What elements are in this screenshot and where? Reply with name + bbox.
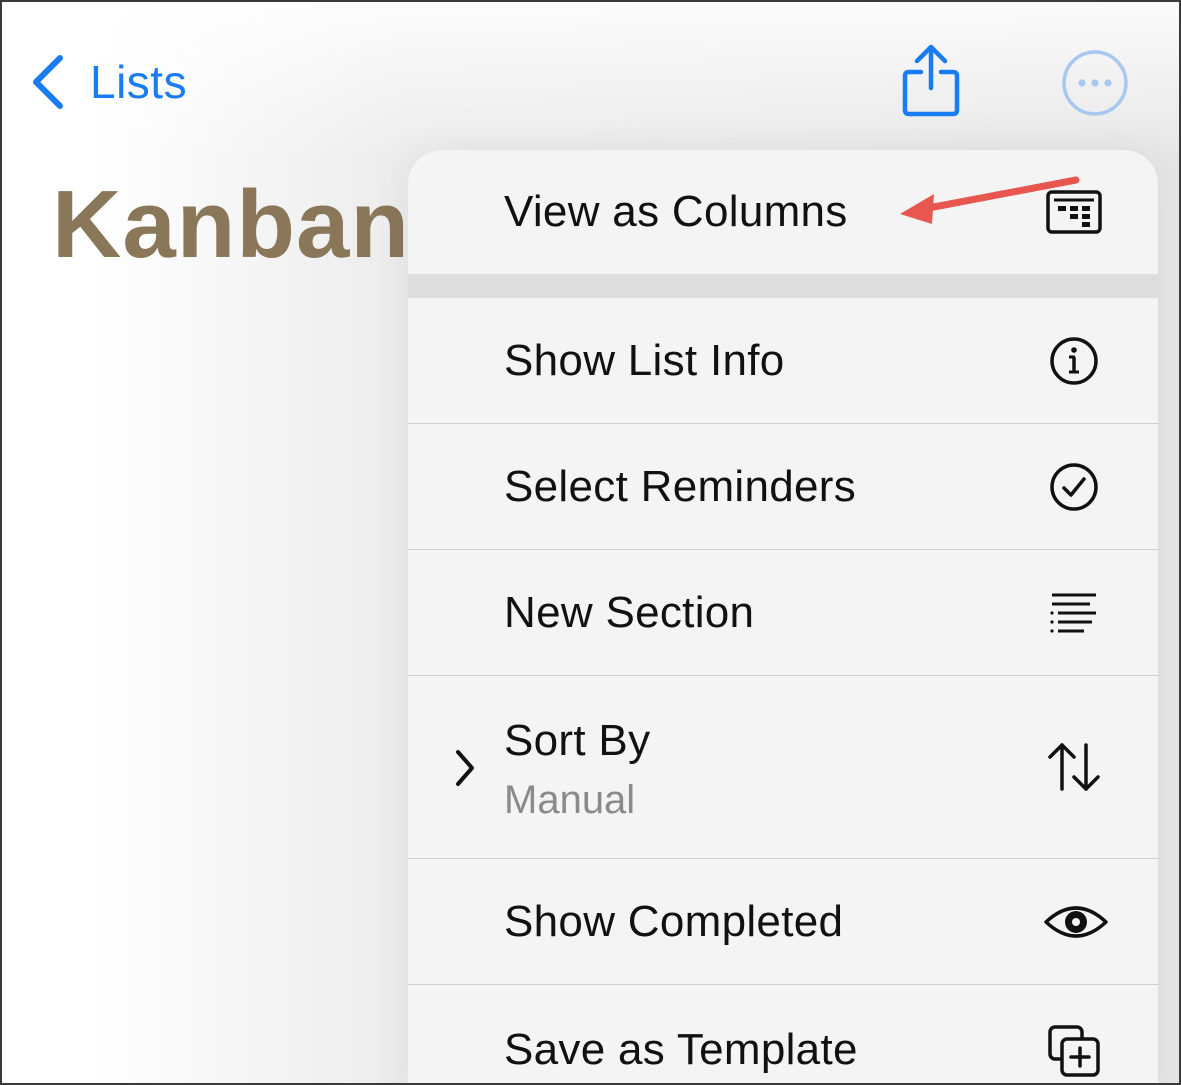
menu-item-save-as-template[interactable]: Save as Template [408, 985, 1158, 1083]
chevron-left-icon [33, 55, 63, 109]
more-options-icon[interactable] [1060, 48, 1130, 118]
context-menu: View as Columns Show List Info Select Re… [408, 150, 1158, 1083]
menu-item-sort-by[interactable]: Sort By Manual [408, 676, 1158, 859]
back-button[interactable]: Lists [28, 50, 187, 114]
menu-item-new-section[interactable]: New Section [408, 550, 1158, 676]
menu-item-label: Show List Info [504, 335, 785, 385]
sort-by-current-value: Manual [504, 778, 636, 822]
eye-icon [1042, 892, 1110, 952]
template-add-icon [1044, 1021, 1104, 1081]
menu-item-label: Select Reminders [504, 461, 857, 511]
share-icon[interactable] [899, 42, 963, 118]
menu-group-separator [408, 274, 1158, 298]
menu-item-label: Sort By [504, 716, 651, 765]
checkmark-circle-icon [1044, 457, 1104, 517]
columns-icon [1044, 182, 1104, 242]
screen: Lists Kanban View as Columns Show List I… [0, 0, 1181, 1085]
info-circle-icon [1044, 331, 1104, 391]
menu-item-show-completed[interactable]: Show Completed [408, 859, 1158, 985]
back-label: Lists [90, 56, 188, 108]
menu-item-view-as-columns[interactable]: View as Columns [408, 150, 1158, 274]
menu-item-label: Save as Template [504, 1025, 858, 1074]
menu-item-label: New Section [504, 587, 755, 637]
menu-item-select-reminders[interactable]: Select Reminders [408, 424, 1158, 550]
list-title: Kanban [52, 171, 411, 278]
menu-item-label: Show Completed [504, 896, 844, 946]
section-lines-icon [1044, 583, 1104, 643]
sort-arrows-icon [1044, 737, 1104, 797]
menu-item-label: View as Columns [504, 187, 848, 236]
chevron-right-icon [456, 750, 474, 786]
menu-item-show-list-info[interactable]: Show List Info [408, 298, 1158, 424]
